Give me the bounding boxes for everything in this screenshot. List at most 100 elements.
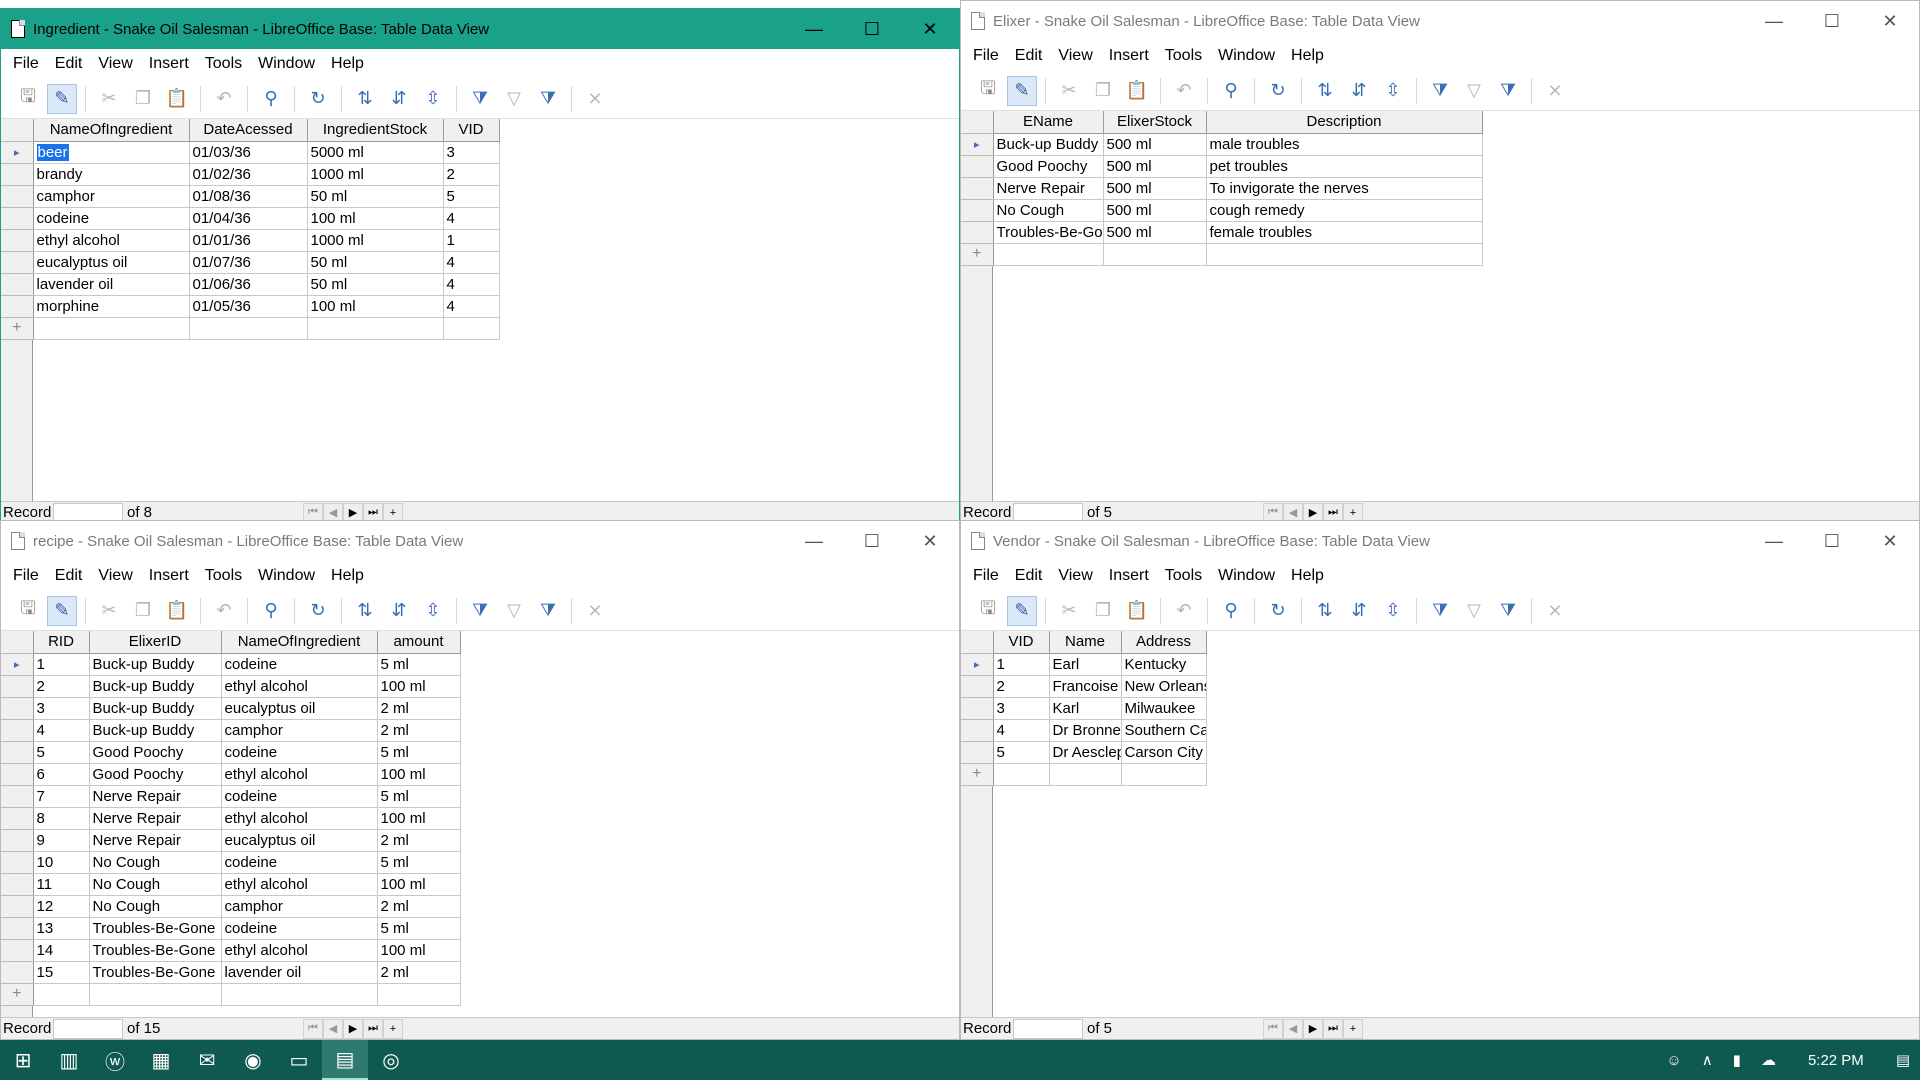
table-cell[interactable]: 1: [33, 653, 90, 676]
maximize-icon[interactable]: ☐: [843, 9, 901, 49]
next-record-icon[interactable]: ▶: [1303, 1018, 1323, 1039]
table-cell[interactable]: 2 ml: [377, 829, 461, 852]
table-cell[interactable]: 5: [33, 741, 90, 764]
new-row-icon[interactable]: +: [1, 317, 34, 340]
edit-mode-icon[interactable]: ✎: [47, 83, 77, 114]
table-cell[interactable]: eucalyptus oil: [33, 251, 190, 274]
save-icon[interactable]: 🖫: [973, 596, 1003, 626]
sort-ascending-icon[interactable]: ⇅: [1310, 596, 1340, 626]
find-icon[interactable]: ⚲: [1216, 76, 1246, 106]
table-cell[interactable]: [1103, 243, 1207, 266]
row-header[interactable]: [1, 807, 34, 830]
table-cell[interactable]: eucalyptus oil: [221, 829, 378, 852]
last-record-icon[interactable]: ⏭: [363, 1018, 383, 1039]
undo-icon[interactable]: ↶: [1169, 596, 1199, 626]
table-row[interactable]: ethyl alcohol 01/01/36 1000 ml 1: [1, 229, 500, 252]
row-header[interactable]: [1, 785, 34, 808]
table-cell[interactable]: 01/02/36: [189, 163, 308, 186]
first-record-icon[interactable]: ⏮: [303, 1018, 323, 1039]
title-bar[interactable]: recipe - Snake Oil Salesman - LibreOffic…: [1, 521, 959, 561]
table-row[interactable]: Troubles-Be-Go 500 ml female troubles: [961, 221, 1483, 244]
menu-window[interactable]: Window: [250, 55, 323, 73]
save-icon[interactable]: 🖫: [13, 596, 43, 626]
table-cell[interactable]: 01/01/36: [189, 229, 308, 252]
menu-edit[interactable]: Edit: [1007, 567, 1051, 585]
close-icon[interactable]: ✕: [1861, 521, 1919, 561]
column-header[interactable]: VID: [443, 119, 500, 142]
cut-icon[interactable]: ✂: [1054, 76, 1084, 106]
menu-edit[interactable]: Edit: [1007, 47, 1051, 65]
row-header[interactable]: [1, 163, 34, 186]
table-cell[interactable]: Troubles-Be-Gone: [89, 961, 222, 984]
menu-edit[interactable]: Edit: [47, 55, 91, 73]
table-cell[interactable]: 14: [33, 939, 90, 962]
table-cell[interactable]: [1206, 243, 1483, 266]
table-row[interactable]: 2 Francoise New Orleans: [961, 675, 1207, 698]
table-cell[interactable]: Troubles-Be-Gone: [89, 917, 222, 940]
table-cell[interactable]: codeine: [221, 741, 378, 764]
row-header[interactable]: [1, 917, 34, 940]
standard-filter-icon[interactable]: ⧩: [1493, 76, 1523, 106]
menu-file[interactable]: File: [965, 567, 1007, 585]
column-header[interactable]: RID: [33, 631, 90, 654]
close-icon[interactable]: ✕: [901, 9, 959, 49]
record-number-input[interactable]: [1013, 1018, 1083, 1039]
menu-help[interactable]: Help: [323, 567, 372, 585]
copy-icon[interactable]: ❐: [1088, 596, 1118, 626]
table-cell[interactable]: 13: [33, 917, 90, 940]
table-cell[interactable]: 01/03/36: [189, 141, 308, 164]
column-header[interactable]: NameOfIngredient: [33, 119, 190, 142]
people-icon[interactable]: ☺: [1656, 1052, 1691, 1069]
table-row[interactable]: 9 Nerve Repair eucalyptus oil 2 ml: [1, 829, 461, 852]
row-header[interactable]: [1, 207, 34, 230]
new-row-icon[interactable]: +: [961, 243, 994, 266]
table-cell[interactable]: 500 ml: [1103, 155, 1207, 178]
new-record-row[interactable]: +: [961, 243, 1483, 266]
menu-tools[interactable]: Tools: [1157, 567, 1210, 585]
last-record-icon[interactable]: ⏭: [1323, 1018, 1343, 1039]
find-icon[interactable]: ⚲: [256, 84, 286, 114]
menu-file[interactable]: File: [965, 47, 1007, 65]
menu-file[interactable]: File: [5, 55, 47, 73]
sort-icon[interactable]: ⇳: [418, 84, 448, 114]
table-cell[interactable]: [221, 983, 378, 1006]
table-cell[interactable]: 01/08/36: [189, 185, 308, 208]
save-icon[interactable]: 🖫: [973, 76, 1003, 106]
table-row[interactable]: 11 No Cough ethyl alcohol 100 ml: [1, 873, 461, 896]
table-cell[interactable]: Carson City: [1121, 741, 1207, 764]
sort-descending-icon[interactable]: ⇵: [1344, 76, 1374, 106]
record-number-input[interactable]: [53, 1018, 123, 1039]
menu-edit[interactable]: Edit: [47, 567, 91, 585]
table-row[interactable]: camphor 01/08/36 50 ml 5: [1, 185, 500, 208]
table-cell[interactable]: 50 ml: [307, 273, 444, 296]
table-cell[interactable]: Good Poochy: [89, 741, 222, 764]
app-icon[interactable]: ◎: [368, 1040, 414, 1080]
table-cell[interactable]: 5 ml: [377, 741, 461, 764]
save-icon[interactable]: 🖫: [13, 84, 43, 114]
find-icon[interactable]: ⚲: [256, 596, 286, 626]
table-cell[interactable]: 4: [443, 251, 500, 274]
table-cell[interactable]: [189, 317, 308, 340]
sort-icon[interactable]: ⇳: [1378, 596, 1408, 626]
minimize-icon[interactable]: ―: [785, 521, 843, 561]
table-cell[interactable]: 2: [33, 675, 90, 698]
row-header[interactable]: [1, 763, 34, 786]
first-record-icon[interactable]: ⏮: [1263, 1018, 1283, 1039]
table-cell[interactable]: 100 ml: [377, 807, 461, 830]
row-header[interactable]: [1, 675, 34, 698]
undo-icon[interactable]: ↶: [209, 84, 239, 114]
menu-window[interactable]: Window: [1210, 47, 1283, 65]
title-bar[interactable]: Ingredient - Snake Oil Salesman - LibreO…: [1, 9, 959, 49]
table-row[interactable]: 12 No Cough camphor 2 ml: [1, 895, 461, 918]
table-cell[interactable]: No Cough: [89, 873, 222, 896]
row-header[interactable]: [1, 251, 34, 274]
table-row[interactable]: lavender oil 01/06/36 50 ml 4: [1, 273, 500, 296]
reset-filter-icon[interactable]: ⨯: [580, 84, 610, 114]
table-cell[interactable]: 3: [33, 697, 90, 720]
table-row[interactable]: ▸ Buck-up Buddy 500 ml male troubles: [961, 133, 1483, 156]
menu-insert[interactable]: Insert: [141, 55, 197, 73]
row-header[interactable]: [1, 939, 34, 962]
table-cell[interactable]: [377, 983, 461, 1006]
table-row[interactable]: 13 Troubles-Be-Gone codeine 5 ml: [1, 917, 461, 940]
row-header[interactable]: [961, 177, 994, 200]
